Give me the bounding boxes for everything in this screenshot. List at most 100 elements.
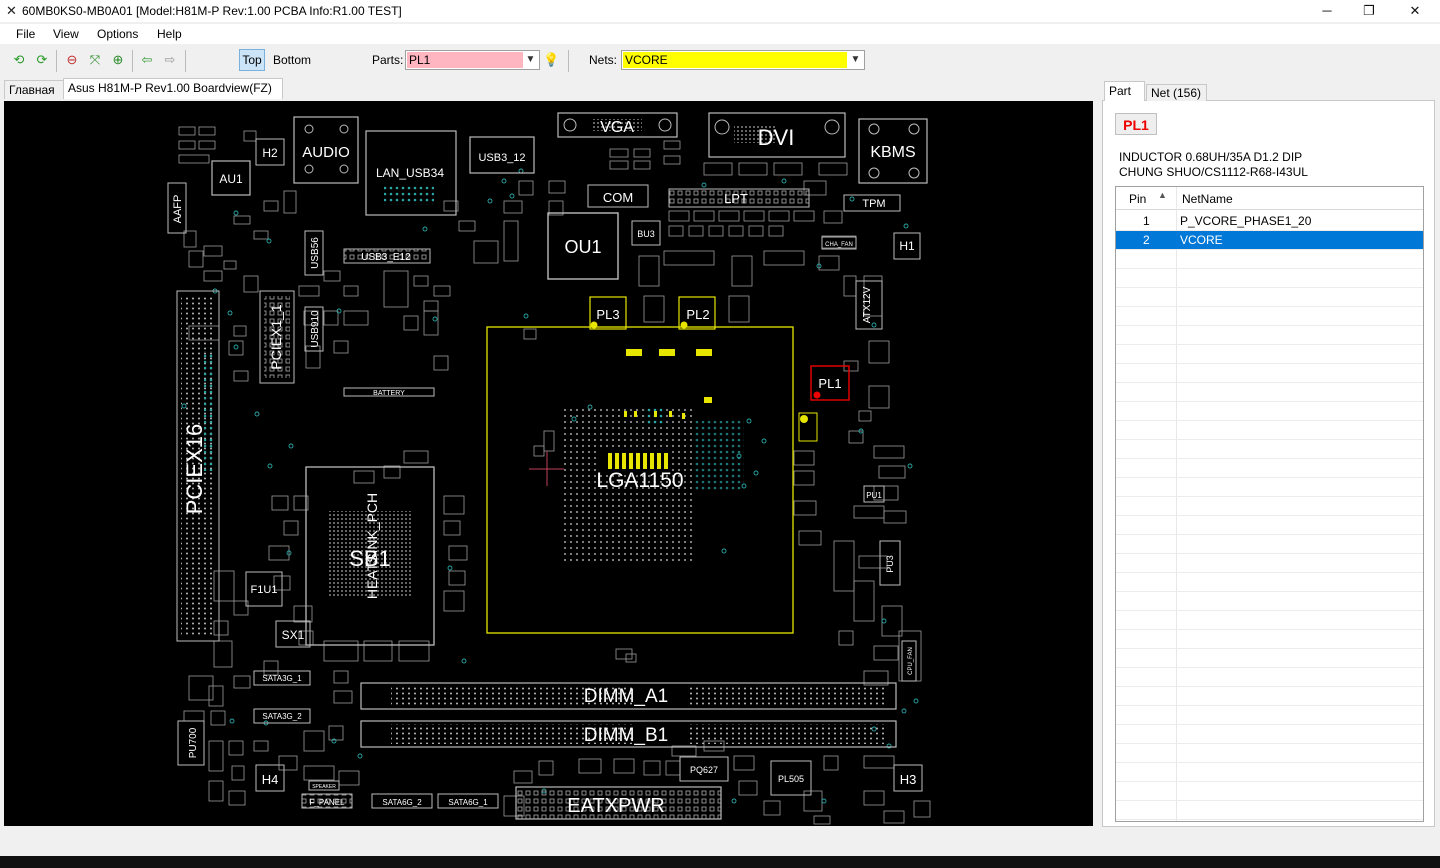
zoom-fit-icon[interactable]: ⤧ — [87, 52, 103, 68]
window-title: 60MB0KS0-MB0A01 [Model:H81M-P Rev:1.00 P… — [22, 4, 402, 18]
pl2-inductor[interactable]: PL2 — [678, 296, 716, 330]
table-row-empty — [1116, 744, 1423, 763]
vga-connector[interactable]: VGA — [557, 112, 678, 138]
usb910-header[interactable]: USB910 — [304, 306, 324, 352]
part-description-line1: INDUCTOR 0.68UH/35A D1.2 DIP — [1119, 150, 1303, 164]
pq627-chip[interactable]: PQ627 — [679, 756, 729, 782]
chevron-down-icon[interactable]: ▼ — [847, 51, 864, 69]
board-canvas[interactable]: VGA DVI KBMS AUDIO LAN_USB34 USB3_12 AU1… — [4, 101, 1093, 826]
usb3-e12-header[interactable]: USB3_E12 — [343, 248, 431, 264]
rotate-right-icon[interactable]: ⟳ — [34, 52, 50, 68]
dimm-a1-slot[interactable]: DIMM_A1 — [360, 682, 897, 710]
h3-hole[interactable]: H3 — [893, 764, 923, 792]
table-row-selected[interactable]: 2 VCORE — [1116, 231, 1423, 250]
bu3-chip[interactable]: BU3 — [631, 220, 661, 246]
kbms-connector[interactable]: KBMS — [858, 118, 928, 184]
label-battery: BATTERY — [373, 390, 405, 397]
pl505-inductor[interactable]: PL505 — [770, 760, 812, 796]
pl1-inductor[interactable]: PL1 — [810, 365, 850, 401]
nets-combo[interactable]: VCORE ▼ — [621, 50, 865, 70]
sort-up-icon[interactable]: ▲ — [1158, 190, 1167, 200]
sata6g-2-connector[interactable]: SATA6G_2 — [371, 793, 433, 809]
sata3g-2-connector[interactable]: SATA3G_2 — [253, 708, 311, 724]
usb56-header[interactable]: USB56 — [304, 230, 324, 276]
h4-hole[interactable]: H4 — [255, 764, 285, 792]
speaker-header[interactable]: SPEAKER — [308, 780, 340, 791]
menu-view[interactable]: View — [53, 27, 79, 41]
sx1-crystal[interactable]: SX1 — [275, 620, 311, 648]
tab-part[interactable]: Part — [1104, 81, 1145, 101]
battery[interactable]: BATTERY — [343, 387, 435, 397]
chevron-down-icon[interactable]: ▼ — [522, 51, 539, 69]
table-row-empty — [1116, 725, 1423, 744]
dvi-connector[interactable]: DVI — [708, 112, 846, 158]
label-h1: H1 — [899, 239, 915, 253]
board-drawing[interactable]: VGA DVI KBMS AUDIO LAN_USB34 USB3_12 AU1… — [4, 101, 1093, 826]
toolbar-separator — [132, 50, 133, 72]
bulb-icon[interactable]: 💡 — [543, 52, 559, 68]
table-row-empty — [1116, 478, 1423, 497]
label-sata6g-2: SATA6G_2 — [382, 798, 422, 807]
bottom-side-button[interactable]: Bottom — [273, 53, 311, 67]
menu-options[interactable]: Options — [97, 27, 138, 41]
sata3g-1-connector[interactable]: SATA3G_1 — [253, 670, 311, 686]
lan-usb34-connector[interactable]: LAN_USB34 — [365, 130, 457, 216]
menu-file[interactable]: File — [16, 27, 35, 41]
aafp-header[interactable]: AAFP — [167, 182, 187, 234]
close-button[interactable]: ✕ — [1392, 0, 1438, 22]
minimize-button[interactable]: ─ — [1304, 0, 1350, 22]
label-pciex16: PCIEX16 — [182, 424, 207, 515]
table-row-empty — [1116, 535, 1423, 554]
table-row-empty — [1116, 269, 1423, 288]
atx12v-connector[interactable]: ATX12V — [855, 280, 883, 330]
dimm-b1-slot[interactable]: DIMM_B1 — [360, 720, 897, 748]
lpt-header[interactable]: LPT — [668, 188, 810, 208]
menu-bar: File View Options Help — [0, 24, 1440, 44]
pciex1-slot[interactable]: PCIEX1_1 — [259, 290, 295, 384]
pl3-inductor[interactable]: PL3 — [589, 296, 627, 330]
forward-icon[interactable]: ⇨ — [162, 52, 178, 68]
table-row[interactable]: 1 P_VCORE_PHASE1_20 — [1116, 212, 1423, 231]
column-header-netname[interactable]: NetName — [1182, 192, 1233, 206]
column-header-pin[interactable]: Pin — [1129, 192, 1146, 206]
f-panel-header[interactable]: F_PANEL — [301, 793, 353, 809]
tab-boardview[interactable]: Asus H81M-P Rev1.00 Boardview(FZ) — [63, 78, 283, 99]
label-speaker: SPEAKER — [312, 784, 336, 790]
f1u1-chip[interactable]: F1U1 — [245, 571, 283, 607]
maximize-button[interactable]: ❐ — [1346, 0, 1392, 22]
pu3-chip[interactable]: PU3 — [879, 540, 901, 586]
cpu-fan-header[interactable]: CPU_FAN — [901, 640, 917, 682]
menu-help[interactable]: Help — [157, 27, 182, 41]
net-name: VCORE — [1180, 233, 1223, 247]
com-header[interactable]: COM — [587, 184, 649, 208]
rotate-left-icon[interactable]: ⟲ — [11, 52, 27, 68]
ou1-chip[interactable]: OU1 — [547, 212, 619, 280]
label-pu1: PU1 — [866, 491, 882, 500]
zoom-in-icon[interactable]: ⊕ — [110, 52, 126, 68]
pu700-chip[interactable]: PU700 — [177, 720, 205, 766]
usb3-12-connector[interactable]: USB3_12 — [469, 136, 535, 174]
pciex16-slot[interactable]: PCIEX16 — [176, 290, 220, 642]
au1-chip[interactable]: AU1 — [211, 160, 251, 196]
label-pl505: PL505 — [778, 774, 804, 784]
tab-home[interactable]: Главная — [4, 80, 64, 99]
back-icon[interactable]: ⇦ — [139, 52, 155, 68]
pin-table[interactable]: Pin ▲ NetName 1 P_VCORE_PHASE1_20 2 VCOR… — [1115, 186, 1424, 822]
zoom-out-icon[interactable]: ⊖ — [64, 52, 80, 68]
sata6g-1-connector[interactable]: SATA6G_1 — [437, 793, 499, 809]
lga1150-socket[interactable]: LGA1150 — [486, 326, 794, 634]
table-row-empty — [1116, 326, 1423, 345]
parts-combo[interactable]: PL1 ▼ — [405, 50, 540, 70]
h1-hole[interactable]: H1 — [893, 232, 921, 260]
tab-net[interactable]: Net (156) — [1146, 84, 1207, 101]
table-row-empty — [1116, 497, 1423, 516]
audio-connector[interactable]: AUDIO — [293, 116, 359, 184]
label-usb56: USB56 — [310, 237, 321, 269]
eatxpwr-connector[interactable]: EATXPWR — [515, 786, 722, 820]
cha-fan-header[interactable]: CHA_FAN — [821, 236, 857, 250]
sb1-chip[interactable]: SB1 HEATSINK_PCH — [305, 466, 435, 646]
label-pl1: PL1 — [818, 376, 841, 391]
label-eatxpwr: EATXPWR — [567, 795, 664, 817]
h2-hole[interactable]: H2 — [255, 138, 285, 166]
top-side-button[interactable]: Top — [239, 49, 265, 71]
